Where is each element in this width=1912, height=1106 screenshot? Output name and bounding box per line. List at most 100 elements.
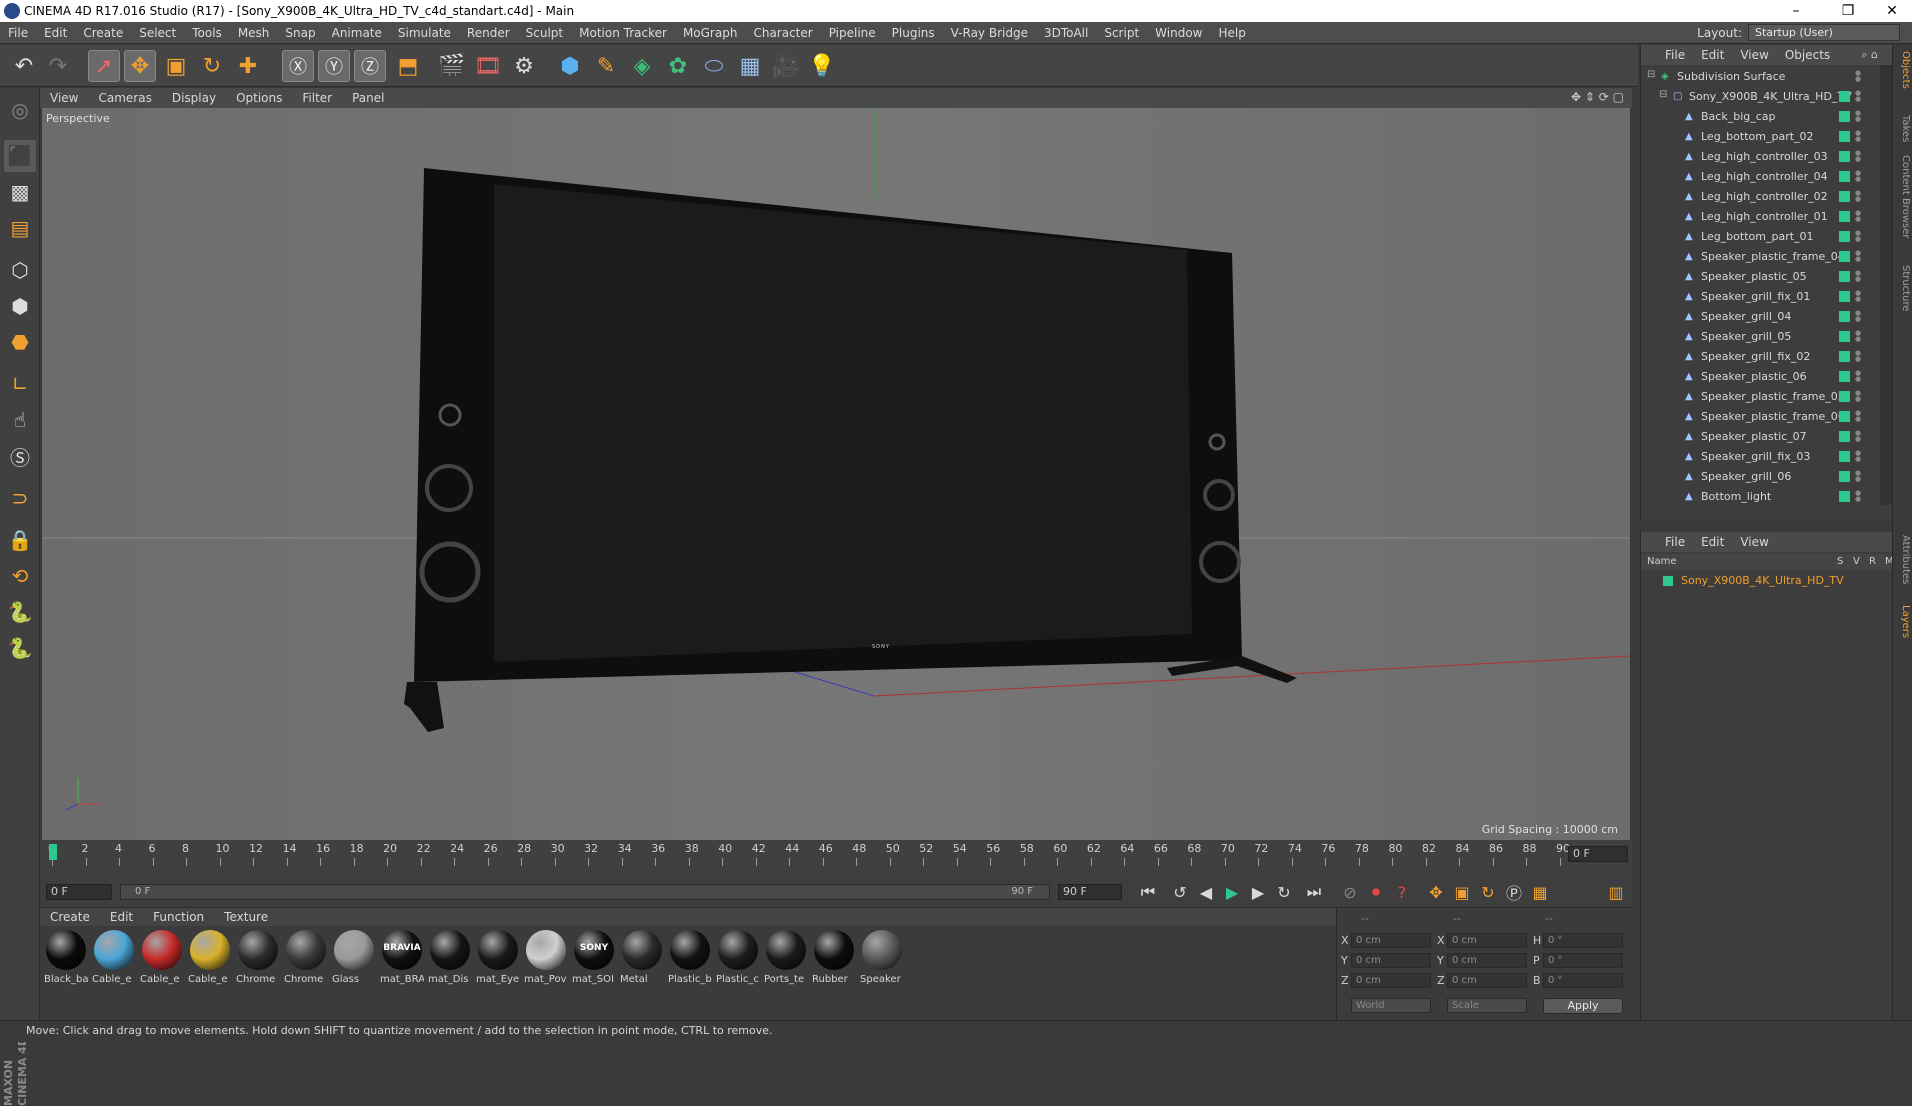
scale-tool-icon[interactable]: ▣	[160, 50, 192, 82]
visibility-dots-icon[interactable]: ● ●	[1855, 270, 1861, 283]
axis-mode-icon[interactable]: ∟	[4, 368, 36, 400]
material-swatch[interactable]: Rubber	[812, 930, 856, 992]
select-arrow-icon[interactable]: ➚	[88, 50, 120, 82]
visibility-dots-icon[interactable]: ● ●	[1855, 90, 1861, 103]
autokey-icon[interactable]: ?	[1390, 880, 1414, 904]
viewport-menu-panel[interactable]: Panel	[342, 91, 394, 105]
layer-color-swatch[interactable]	[1839, 411, 1850, 422]
render-picture-viewer-icon[interactable]: 🎞	[472, 50, 504, 82]
previous-frame-icon[interactable]: ◀	[1194, 880, 1218, 904]
layer-color-swatch[interactable]	[1839, 491, 1850, 502]
menu-mograph[interactable]: MoGraph	[675, 26, 746, 40]
visibility-dots-icon[interactable]: ● ●	[1855, 450, 1861, 463]
layer-color-swatch[interactable]	[1839, 391, 1850, 402]
material-menu-function[interactable]: Function	[143, 910, 214, 924]
object-tree-row[interactable]: ▲ Speaker_grill_05 ● ●	[1641, 327, 1877, 347]
size-x-field[interactable]: 0 cm	[1447, 933, 1527, 948]
menu-mesh[interactable]: Mesh	[230, 26, 278, 40]
render-settings-icon[interactable]: ⚙	[508, 50, 540, 82]
visibility-dots-icon[interactable]: ● ●	[1855, 330, 1861, 343]
material-swatch[interactable]: mat_Dis	[428, 930, 472, 992]
render-view-icon[interactable]: 🎬	[436, 50, 468, 82]
layer-color-swatch[interactable]	[1839, 371, 1850, 382]
tab-content-browser[interactable]: Content Browser	[1895, 155, 1911, 238]
pen-spline-icon[interactable]: ✎	[590, 50, 622, 82]
material-swatch[interactable]: Cable_e	[92, 930, 136, 992]
camera-icon[interactable]: 🎥	[770, 50, 802, 82]
menu-sculpt[interactable]: Sculpt	[518, 26, 571, 40]
object-search-icon[interactable]: ⌕ ⌂	[1861, 48, 1878, 62]
visibility-dots-icon[interactable]: ● ●	[1855, 170, 1861, 183]
layout-select[interactable]: Startup (User)	[1748, 24, 1900, 41]
object-tree-row[interactable]: ▲ Leg_bottom_part_01 ● ●	[1641, 227, 1877, 247]
object-tree-row[interactable]: ▲ Speaker_plastic_06 ● ●	[1641, 367, 1877, 387]
object-tree-row[interactable]: ▲ Leg_high_controller_04 ● ●	[1641, 167, 1877, 187]
visibility-dots-icon[interactable]: ● ●	[1855, 130, 1861, 143]
floor-icon[interactable]: ▦	[734, 50, 766, 82]
lock-workplane-icon[interactable]: 🔒	[4, 524, 36, 556]
texture-mode-icon[interactable]: ▩	[4, 176, 36, 208]
layer-menu-edit[interactable]: Edit	[1693, 535, 1732, 549]
material-swatch[interactable]: Plastic_b	[668, 930, 712, 992]
go-to-end-icon[interactable]: ⏭	[1302, 880, 1326, 904]
menu-window[interactable]: Window	[1147, 26, 1210, 40]
expand-collapse-icon[interactable]: ⊟	[1659, 89, 1667, 100]
position-z-field[interactable]: 0 cm	[1351, 973, 1431, 988]
layer-color-swatch[interactable]	[1839, 271, 1850, 282]
visibility-dots-icon[interactable]: ● ●	[1855, 230, 1861, 243]
current-frame-field[interactable]: 0 F	[1568, 846, 1628, 862]
material-menu-texture[interactable]: Texture	[214, 910, 278, 924]
playhead[interactable]	[49, 844, 57, 860]
layer-color-swatch[interactable]	[1839, 311, 1850, 322]
deformer-icon[interactable]: ⬭	[698, 50, 730, 82]
3d-viewport[interactable]: SONY Perspective Grid Spacing : 10000 cm	[42, 108, 1630, 840]
viewport-nav-icons[interactable]: ✥ ⇕ ⟳ ▢	[1571, 90, 1624, 104]
layer-color-swatch[interactable]	[1839, 171, 1850, 182]
material-swatch[interactable]: Cable_e	[188, 930, 232, 992]
tab-attributes[interactable]: Attributes	[1895, 535, 1911, 584]
menu-snap[interactable]: Snap	[277, 26, 323, 40]
next-frame-icon[interactable]: ▶	[1246, 880, 1270, 904]
coordinate-space-select[interactable]: World	[1351, 998, 1431, 1013]
key-parameter-icon[interactable]: Ⓟ	[1502, 880, 1526, 904]
workplane-icon[interactable]: ▤	[4, 212, 36, 244]
coordinate-system-icon[interactable]: ⬒	[392, 50, 424, 82]
material-swatch[interactable]: mat_Eye	[476, 930, 520, 992]
position-x-field[interactable]: 0 cm	[1351, 933, 1431, 948]
layer-color-swatch[interactable]	[1839, 131, 1850, 142]
object-tree-row[interactable]: ▲ Speaker_grill_fix_02 ● ●	[1641, 347, 1877, 367]
key-rotation-icon[interactable]: ↻	[1476, 880, 1500, 904]
snap-magnet-icon[interactable]: ⊃	[4, 482, 36, 514]
material-swatch[interactable]: Cable_e	[140, 930, 184, 992]
visibility-dots-icon[interactable]: ● ●	[1855, 290, 1861, 303]
layer-menu-view[interactable]: View	[1732, 535, 1776, 549]
object-menu-edit[interactable]: Edit	[1693, 48, 1732, 62]
x-axis-icon[interactable]: Ⓧ	[282, 50, 314, 82]
menu-create[interactable]: Create	[75, 26, 131, 40]
rotation-h-field[interactable]: 0 °	[1543, 933, 1623, 948]
layer-color-swatch[interactable]	[1839, 191, 1850, 202]
play-forward-icon[interactable]: ▶	[1220, 880, 1244, 904]
layer-color-swatch[interactable]	[1839, 291, 1850, 302]
menu-animate[interactable]: Animate	[324, 26, 390, 40]
edges-mode-icon[interactable]: ⬢	[4, 290, 36, 322]
layer-color-swatch[interactable]	[1839, 451, 1850, 462]
object-tree-row[interactable]: ▲ Bottom_light ● ●	[1641, 487, 1877, 507]
visibility-dots-icon[interactable]: ● ●	[1855, 310, 1861, 323]
menu-render[interactable]: Render	[459, 26, 518, 40]
visibility-dots-icon[interactable]: ● ●	[1855, 250, 1861, 263]
subdivision-surface-icon[interactable]: ◈	[626, 50, 658, 82]
visibility-dots-icon[interactable]: ● ●	[1855, 70, 1861, 83]
menu-pipeline[interactable]: Pipeline	[821, 26, 884, 40]
timeline[interactable]: 0246810121416182022242628303234363840424…	[40, 840, 1632, 876]
object-tree-row[interactable]: ▢ ⊟ Sony_X900B_4K_Ultra_HD_TV ● ●	[1641, 87, 1877, 107]
visibility-dots-icon[interactable]: ● ●	[1855, 370, 1861, 383]
visibility-dots-icon[interactable]: ● ●	[1855, 210, 1861, 223]
go-to-start-icon[interactable]: ⏮	[1136, 880, 1160, 904]
restore-button[interactable]: ❐	[1828, 0, 1868, 22]
python-icon[interactable]: 🐍	[4, 596, 36, 628]
material-swatch[interactable]: SONY mat_SOI	[572, 930, 616, 992]
planar-workplane-icon[interactable]: ⟲	[4, 560, 36, 592]
material-swatch[interactable]: Speaker	[860, 930, 904, 992]
object-menu-file[interactable]: File	[1641, 48, 1693, 62]
